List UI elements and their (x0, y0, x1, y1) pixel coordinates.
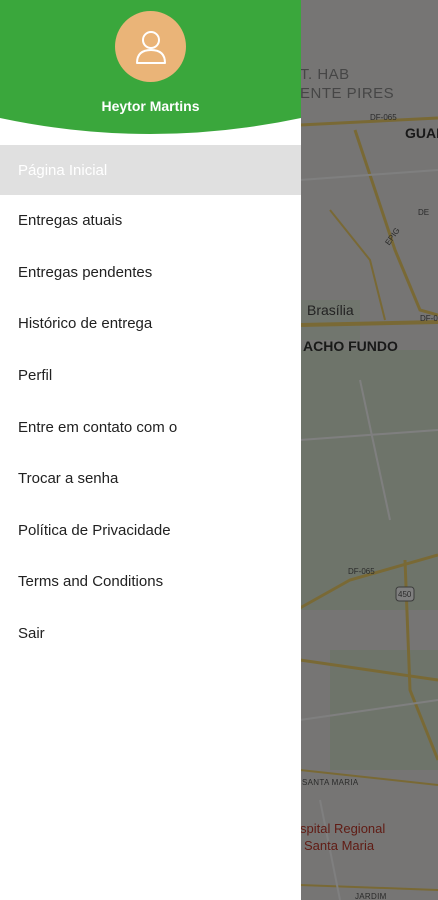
drawer-header: Heytor Martins (0, 0, 301, 140)
menu-item-privacy-policy[interactable]: Política de Privacidade (0, 505, 301, 557)
menu-item-contact[interactable]: Entre em contato com o (0, 401, 301, 453)
menu-item-terms[interactable]: Terms and Conditions (0, 556, 301, 608)
menu-item-logout[interactable]: Sair (0, 608, 301, 660)
user-icon (135, 30, 166, 64)
avatar[interactable] (115, 11, 186, 82)
drawer-menu: Página Inicial Entregas atuais Entregas … (0, 145, 301, 659)
navigation-drawer: Heytor Martins Página Inicial Entregas a… (0, 0, 301, 900)
user-name: Heytor Martins (101, 98, 200, 114)
menu-item-change-password[interactable]: Trocar a senha (0, 453, 301, 505)
menu-item-current-deliveries[interactable]: Entregas atuais (0, 195, 301, 247)
menu-item-profile[interactable]: Perfil (0, 350, 301, 402)
menu-item-home[interactable]: Página Inicial (0, 145, 301, 195)
menu-item-pending-deliveries[interactable]: Entregas pendentes (0, 247, 301, 299)
menu-item-delivery-history[interactable]: Histórico de entrega (0, 298, 301, 350)
